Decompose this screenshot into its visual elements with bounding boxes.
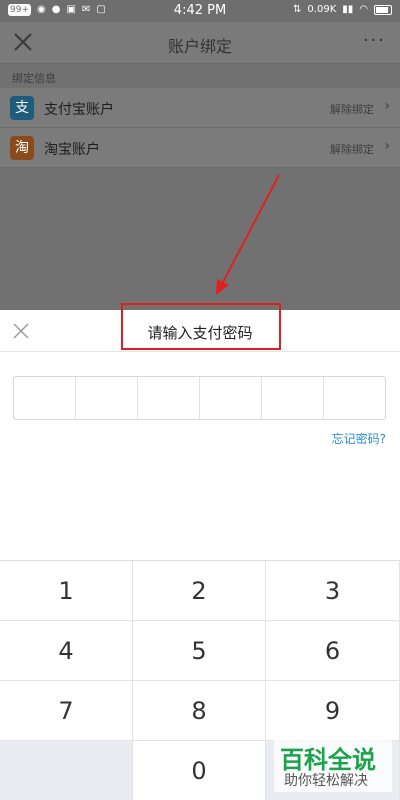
key-2[interactable]: 2 [133,561,266,621]
key-3[interactable]: 3 [266,561,400,621]
watermark-logo: 百科全说 助你轻松解决 [274,740,392,792]
key-0[interactable]: 0 [133,741,266,800]
forgot-password-link[interactable]: 忘记密码? [332,430,386,447]
account-row-alipay[interactable]: 支 支付宝账户 解除绑定 › [0,88,400,128]
account-row-taobao[interactable]: 淘 淘宝账户 解除绑定 › [0,128,400,168]
signal-icon: ▮▮ [342,4,354,15]
password-digit-cell[interactable] [200,377,262,419]
password-digit-cell[interactable] [14,377,76,419]
account-label: 淘宝账户 [44,142,100,158]
key-blank [0,741,133,800]
password-digit-cell[interactable] [324,377,385,419]
page-title: 账户绑定 [167,37,232,56]
chevron-right-icon: › [384,98,390,114]
taobao-icon: 淘 [10,136,34,160]
chevron-right-icon: › [384,138,390,154]
key-8[interactable]: 8 [133,681,266,741]
status-right-icons: ⇅ 0.09K ▮▮ ◠ [293,4,392,16]
key-4[interactable]: 4 [0,621,133,681]
password-input[interactable] [13,376,386,420]
status-bar: 99+ ◉ ● ▣ ✉ ▢ 4:42 PM ⇅ 0.09K ▮▮ ◠ [0,0,400,22]
unbind-link[interactable]: 解除绑定 [330,101,374,117]
password-digit-cell[interactable] [76,377,138,419]
account-label: 支付宝账户 [44,102,114,118]
key-6[interactable]: 6 [266,621,400,681]
section-header: 绑定信息 [12,72,56,85]
key-1[interactable]: 1 [0,561,133,621]
more-options-icon[interactable]: ··· [363,30,386,51]
unbind-link[interactable]: 解除绑定 [330,141,374,157]
password-digit-cell[interactable] [138,377,200,419]
title-highlight-box [121,303,281,350]
watermark-subtitle: 助你轻松解决 [284,773,368,789]
account-binding-list: 绑定信息 支 支付宝账户 解除绑定 › 淘 淘宝账户 解除绑定 › [0,64,400,310]
alipay-icon: 支 [10,96,34,120]
battery-icon [374,5,392,15]
network-speed: 0.09K [307,4,337,15]
download-arrow-icon: ⇅ [293,4,302,15]
password-digit-cell[interactable] [262,377,324,419]
key-9[interactable]: 9 [266,681,400,741]
key-7[interactable]: 7 [0,681,133,741]
wifi-icon: ◠ [359,4,368,15]
nav-bar: 账户绑定 ··· [0,22,400,64]
key-5[interactable]: 5 [133,621,266,681]
